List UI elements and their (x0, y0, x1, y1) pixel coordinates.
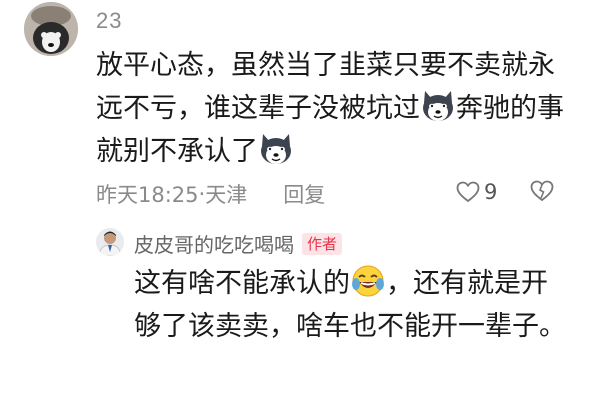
person-avatar-icon (96, 228, 124, 256)
reply-username[interactable]: 皮皮哥的吃吃喝喝 (134, 229, 294, 258)
husky-dog-emoji-icon (420, 89, 456, 123)
reply-avatar[interactable] (96, 228, 124, 256)
like-button[interactable]: 9 (456, 180, 497, 204)
reply-button[interactable]: 回复 (283, 179, 325, 209)
comment-username[interactable]: 23 (96, 8, 122, 34)
comment-meta: 昨天18:25 · 天津 回复 (96, 179, 325, 209)
reply-text-part1: 这有啥不能承认的 (134, 268, 350, 299)
laughing-crying-emoji-icon (350, 264, 386, 298)
reply-user-row: 皮皮哥的吃吃喝喝 作者 (134, 229, 343, 258)
meta-separator: · (198, 182, 206, 206)
comment-time: 昨天18:25 (96, 183, 199, 207)
dislike-button[interactable] (530, 180, 554, 206)
reply-text: 这有啥不能承认的 ，还有就是开够了该卖卖，啥车也不能开一辈子。 (134, 262, 574, 348)
broken-heart-icon (530, 180, 554, 202)
husky-dog-emoji-icon (258, 132, 294, 166)
author-badge: 作者 (302, 232, 343, 255)
like-count: 9 (484, 180, 498, 204)
user-avatar[interactable] (24, 2, 78, 56)
husky-avatar-icon (24, 2, 78, 56)
heart-icon (456, 181, 480, 203)
comment-text: 放平心态，虽然当了韭菜只要不卖就永远不亏，谁这辈子没被坑过 奔驰的事就别不承认了 (96, 44, 566, 173)
comment-location: 天津 (205, 183, 248, 207)
